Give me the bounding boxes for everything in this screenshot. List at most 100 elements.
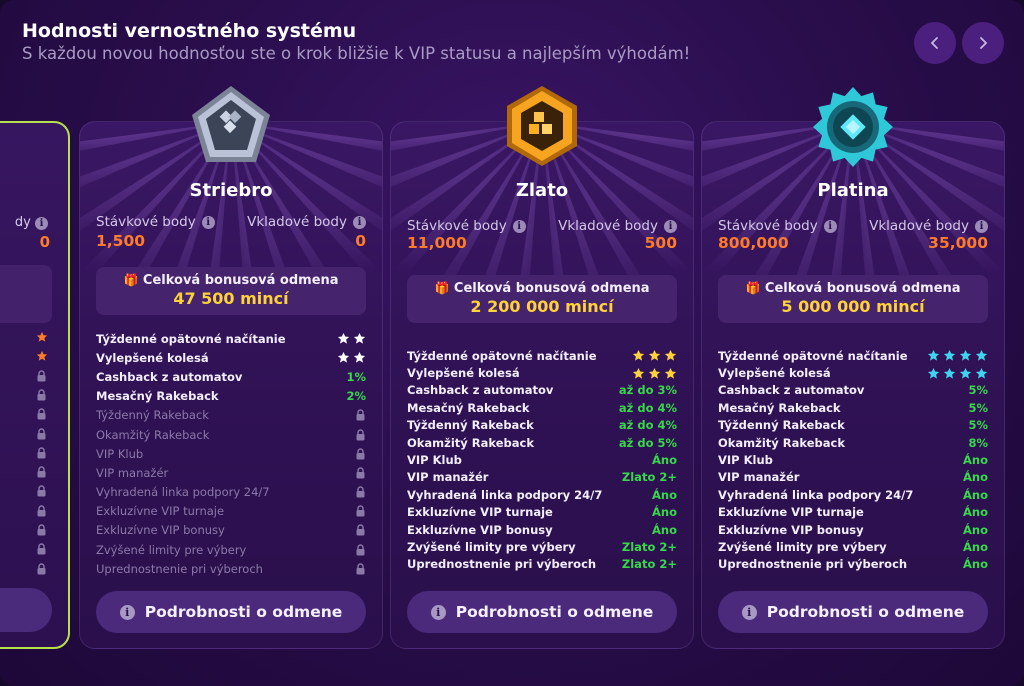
stake-points-label: Stávkové body i [407, 218, 526, 234]
star-icon [943, 350, 956, 361]
info-icon[interactable]: i [353, 215, 366, 229]
partial-detail-button[interactable] [0, 588, 52, 632]
feature-value: 1% [346, 369, 366, 384]
feature-label: Týždenný Rakeback [96, 408, 209, 423]
lock-icon [36, 405, 48, 420]
feature-label: Uprednostnenie pri výberoch [96, 561, 263, 576]
feature-label: Exkluzívne VIP turnaje [718, 505, 864, 520]
feature-label: VIP Klub [96, 446, 144, 461]
gift-icon: 🎁 [123, 273, 139, 287]
info-icon[interactable]: i [201, 215, 215, 229]
star-icon [975, 367, 988, 379]
feature-list: Týždenné opätovné načítanie Vylepšené ko… [718, 347, 988, 573]
feature-row: Týždenné opätovné načítanie [96, 329, 366, 348]
star-icon [36, 328, 48, 342]
star-rating [337, 332, 366, 345]
feature-label: Týždenné opätovné načítanie [718, 348, 908, 363]
feature-row: Týždenné opätovné načítanie [407, 347, 677, 364]
info-icon[interactable]: i [975, 219, 988, 233]
rank-card-zlato[interactable]: Zlato Stávkové body i Vkladové body i 11,000 5… [390, 86, 694, 649]
rank-card-platina[interactable]: Platina Stávkové body i Vkladové body i 800,0… [701, 87, 1005, 649]
prev-button[interactable] [914, 22, 956, 64]
feature-row: Týždenný Rakeback 5% [718, 417, 988, 434]
total-bonus-amount: 47 500 mincí [173, 289, 289, 308]
star-icon [664, 367, 677, 379]
star-rating [632, 349, 677, 362]
feature-row: Uprednostnenie pri výberoch Áno [718, 556, 988, 573]
feature-label: Týždenné opätovné načítanie [407, 348, 597, 363]
feature-value: až do 4% [618, 418, 677, 433]
deposit-points-label: Vkladové body i [558, 218, 677, 234]
feature-row: Vyhradená linka podpory 24/7 Áno [407, 486, 677, 503]
feature-row: Týždenný Rakeback [96, 406, 366, 425]
star-icon [959, 350, 972, 361]
star-icon [927, 367, 940, 379]
feature-row: Týždenný Rakeback až do 4% [407, 417, 677, 434]
feature-row: Zvýšené limity pre výbery Zlato 2+ [407, 538, 677, 555]
info-icon[interactable]: i [512, 219, 526, 233]
total-bonus-label: 🎁 Celková bonusová odmena [123, 273, 339, 288]
reward-details-button[interactable]: i Podrobnosti o odmene [718, 591, 988, 633]
feature-label: Vylepšené kolesá [718, 366, 831, 381]
current-rank-card[interactable]: dy i 0 [0, 121, 70, 649]
partial-bonus-box [0, 265, 52, 323]
feature-value: Áno [963, 453, 988, 468]
feature-list: Týždenné opätovné načítanie Vylepšené ko… [407, 347, 677, 573]
total-bonus-label: 🎁 Celková bonusová odmena [745, 281, 961, 296]
feature-list: Týždenné opätovné načítanie Vylepšené ko… [96, 329, 366, 578]
info-icon[interactable]: i [823, 219, 837, 233]
feature-row: Cashback z automatov 5% [718, 382, 988, 399]
feature-value: Áno [963, 470, 988, 485]
feature-value: Áno [963, 487, 988, 502]
star-rating [632, 367, 677, 380]
feature-value: 5% [968, 383, 988, 398]
reward-details-label: Podrobnosti o odmene [766, 603, 965, 621]
feature-label: Cashback z automatov [407, 383, 554, 398]
info-icon[interactable]: i [664, 219, 677, 233]
feature-row: VIP Klub Áno [718, 451, 988, 468]
reward-details-button[interactable]: i Podrobnosti o odmene [407, 591, 677, 633]
star-icon [353, 333, 366, 344]
lock-icon [36, 444, 48, 459]
feature-row: Uprednostnenie pri výberoch Zlato 2+ [407, 556, 677, 573]
reward-details-button[interactable]: i Podrobnosti o odmene [96, 591, 366, 633]
feature-label: Týždenný Rakeback [718, 418, 845, 433]
feature-label: Okamžitý Rakeback [718, 435, 846, 450]
feature-label: Uprednostnenie pri výberoch [407, 557, 597, 572]
feature-value: 2% [346, 389, 366, 404]
lock-icon [36, 386, 48, 401]
lock-icon [356, 524, 365, 536]
feature-value: Áno [963, 557, 988, 572]
deposit-points-value: 500 [644, 234, 677, 252]
loyalty-ranks-panel: Hodnosti vernostného systému S každou no… [0, 0, 1024, 686]
total-bonus-box: 🎁 Celková bonusová odmena 2 200 000 minc… [407, 275, 677, 323]
rank-badge [497, 82, 587, 172]
star-icon [927, 350, 940, 361]
rank-card-striebro[interactable]: Striebro Stávkové body i Vkladové body i 1,50… [79, 86, 383, 649]
feature-row: Vylepšené kolesá [96, 348, 366, 367]
lock-icon [36, 367, 48, 382]
feature-label: Cashback z automatov [718, 383, 865, 398]
stake-points-label: Stávkové body i [96, 214, 215, 230]
lock-icon [37, 447, 46, 459]
next-button[interactable] [962, 22, 1004, 64]
star-icon [648, 350, 661, 361]
gift-icon: 🎁 [434, 281, 450, 295]
lock-icon [37, 524, 46, 536]
star-icon [36, 331, 48, 342]
feature-row: Exkluzívne VIP turnaje Áno [407, 504, 677, 521]
lock-icon [356, 448, 365, 460]
feature-value: až do 5% [618, 435, 677, 450]
feature-value: až do 3% [618, 383, 677, 398]
lock-icon [37, 485, 46, 497]
feature-label: Exkluzívne VIP turnaje [96, 504, 225, 519]
feature-label: Týždenný Rakeback [407, 418, 534, 433]
rank-name: Platina [817, 180, 889, 201]
info-icon: i [430, 604, 446, 620]
star-icon [36, 351, 48, 361]
feature-value: Áno [652, 487, 677, 502]
feature-value: Áno [652, 522, 677, 537]
feature-row: Vyhradená linka podpory 24/7 [96, 483, 366, 502]
star-rating [927, 349, 988, 362]
feature-value: 8% [968, 435, 988, 450]
